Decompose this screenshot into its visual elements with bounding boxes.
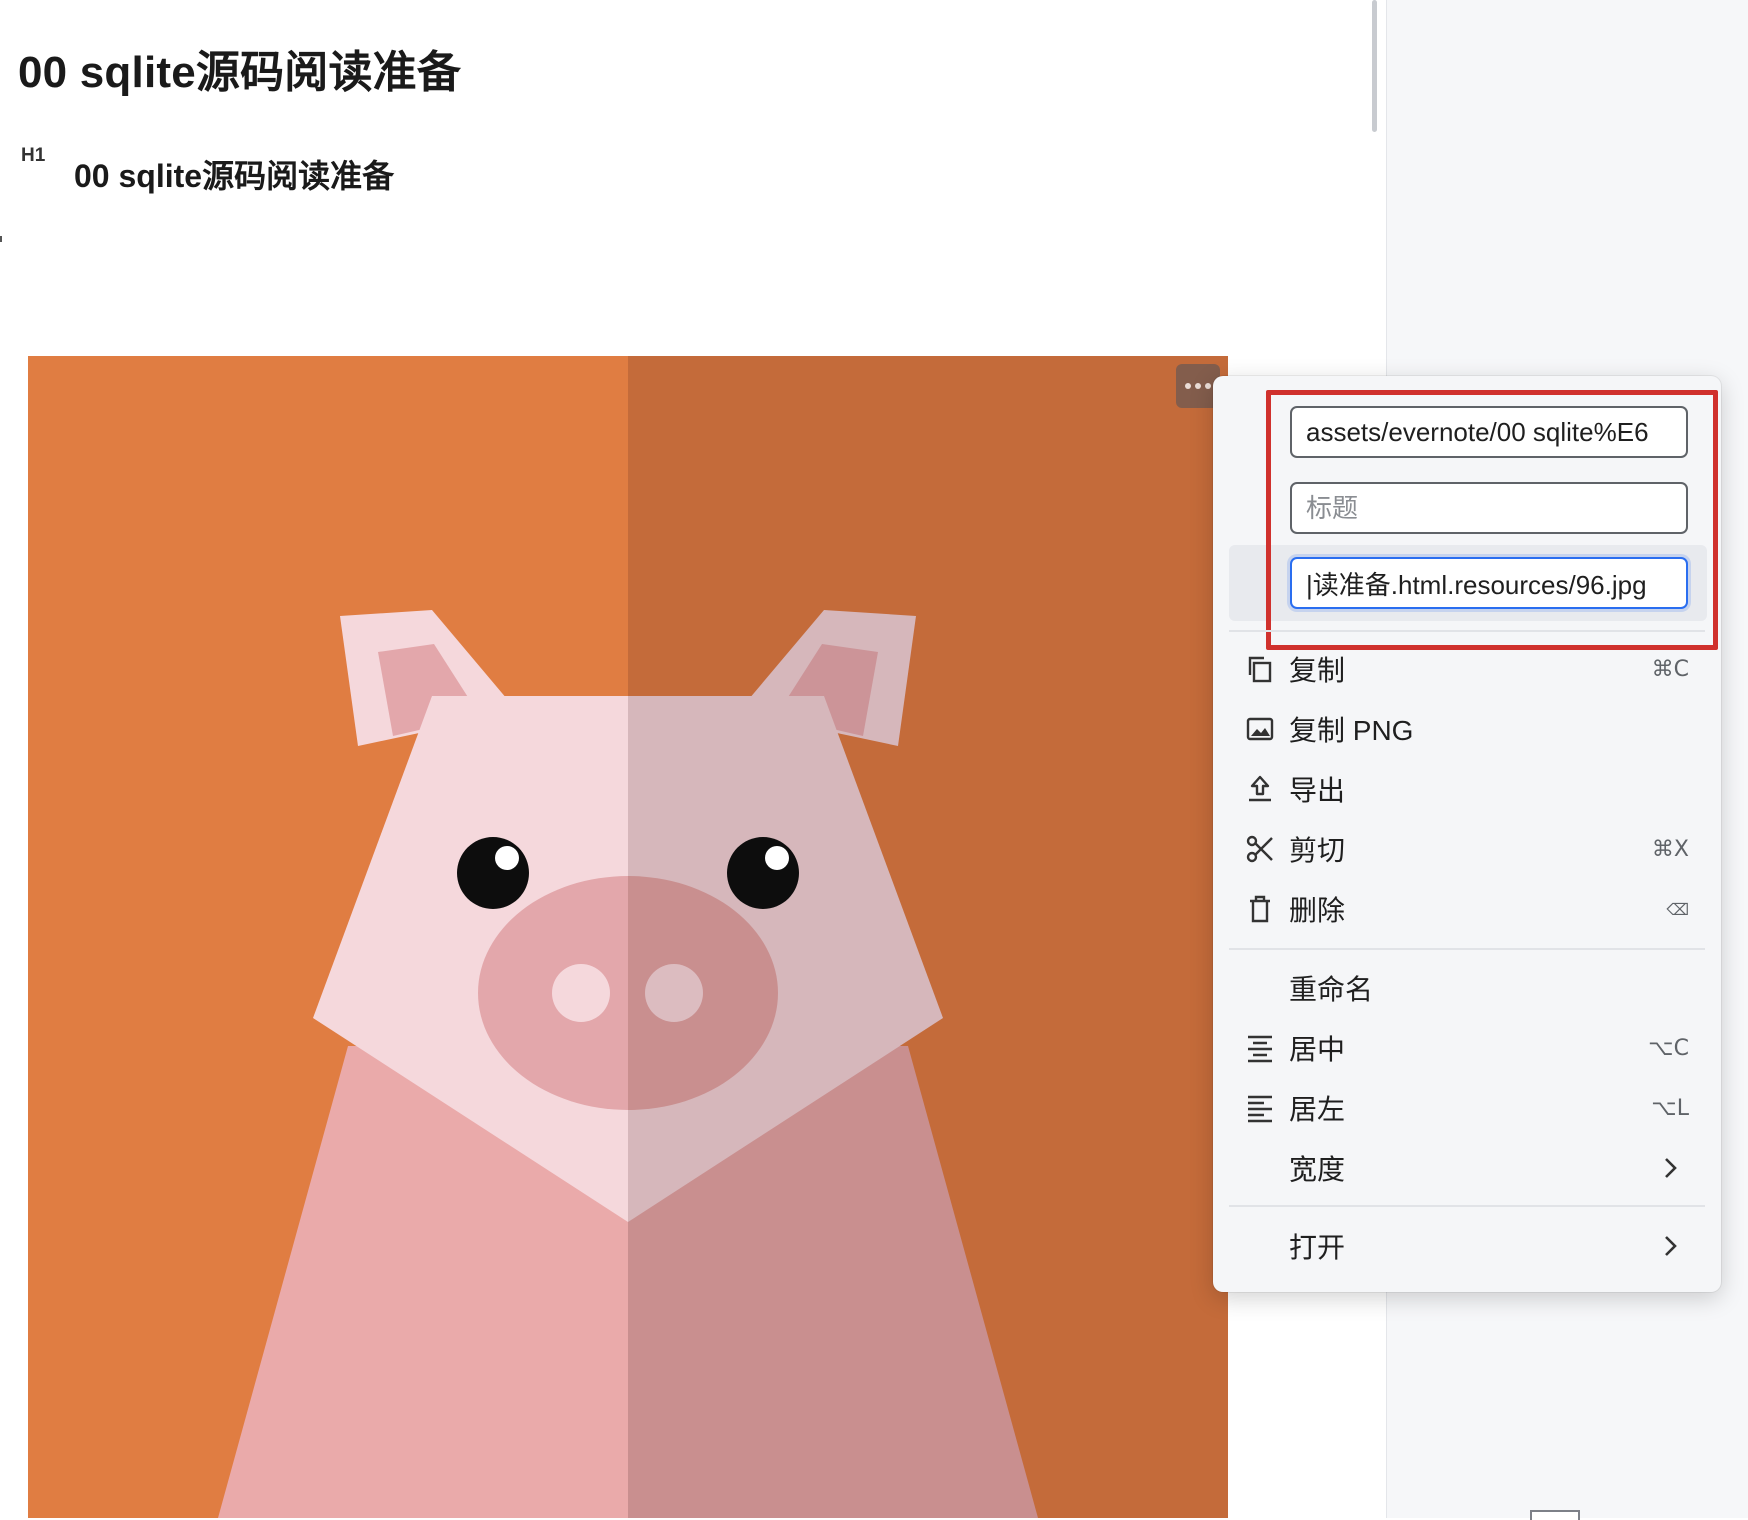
menu-item-align-left[interactable]: 居左 ⌥L xyxy=(1229,1080,1705,1136)
menu-item-rename[interactable]: 重命名 xyxy=(1229,960,1705,1016)
menu-item-cut[interactable]: 剪切 ⌘X xyxy=(1229,821,1705,877)
menu-item-delete[interactable]: 删除 ⌫ xyxy=(1229,881,1705,937)
scrollbar-thumb[interactable] xyxy=(1372,0,1377,132)
editor-area: 00 sqlite源码阅读准备 H1 00 sqlite源码阅读准备 xyxy=(0,0,1386,1518)
menu-item-width[interactable]: 宽度 xyxy=(1229,1140,1705,1196)
menu-item-label: 删除 xyxy=(1289,895,1346,926)
menu-item-label: 宽度 xyxy=(1289,1154,1346,1185)
chevron-right-icon xyxy=(1665,1236,1677,1256)
shortcut-label: ⌥C xyxy=(1648,1035,1689,1061)
menu-divider xyxy=(1229,948,1705,950)
menu-item-label: 居中 xyxy=(1289,1034,1346,1065)
menu-item-label: 居左 xyxy=(1289,1094,1346,1125)
menu-item-open[interactable]: 打开 xyxy=(1229,1218,1705,1274)
shortcut-label: ⌘X xyxy=(1651,836,1689,862)
trash-icon xyxy=(1244,893,1276,925)
chevron-right-icon xyxy=(1665,1158,1677,1178)
menu-divider xyxy=(1229,630,1705,632)
shortcut-label: ⌥L xyxy=(1651,1095,1689,1121)
menu-item-copy[interactable]: 复制 ⌘C xyxy=(1229,641,1705,697)
shortcut-label: ⌘C xyxy=(1651,656,1689,682)
document-title[interactable]: 00 sqlite源码阅读准备 xyxy=(18,36,461,100)
ellipsis-dot xyxy=(1205,383,1211,389)
ellipsis-dot xyxy=(1195,383,1201,389)
shortcut-label: ⌫ xyxy=(1666,899,1689,919)
menu-item-export[interactable]: 导出 xyxy=(1229,761,1705,817)
image-icon xyxy=(1244,713,1276,745)
menu-divider xyxy=(1229,1205,1705,1207)
heading-level-badge: H1 xyxy=(21,145,46,166)
menu-item-align-center[interactable]: 居中 ⌥C xyxy=(1229,1020,1705,1076)
menu-item-label: 打开 xyxy=(1289,1232,1346,1263)
highlight-annotation xyxy=(1266,390,1718,650)
copy-icon xyxy=(1244,653,1276,685)
pig-illustration xyxy=(28,356,1228,1518)
side-panel-handle[interactable] xyxy=(1530,1510,1580,1520)
pig-image[interactable] xyxy=(28,356,1228,1518)
heading-h1[interactable]: 00 sqlite源码阅读准备 xyxy=(74,151,394,197)
menu-item-label: 复制 PNG xyxy=(1289,715,1414,746)
menu-item-label: 剪切 xyxy=(1289,835,1346,866)
align-center-icon xyxy=(1244,1032,1276,1064)
menu-item-label: 重命名 xyxy=(1289,974,1374,1005)
align-left-icon xyxy=(1244,1092,1276,1124)
menu-item-label: 复制 xyxy=(1289,655,1346,686)
ellipsis-icon xyxy=(1185,383,1191,389)
cursor-mark xyxy=(0,236,2,242)
scissors-icon xyxy=(1244,833,1276,865)
menu-item-copy-png[interactable]: 复制 PNG xyxy=(1229,701,1705,757)
export-icon xyxy=(1244,773,1276,805)
menu-item-label: 导出 xyxy=(1289,775,1346,806)
